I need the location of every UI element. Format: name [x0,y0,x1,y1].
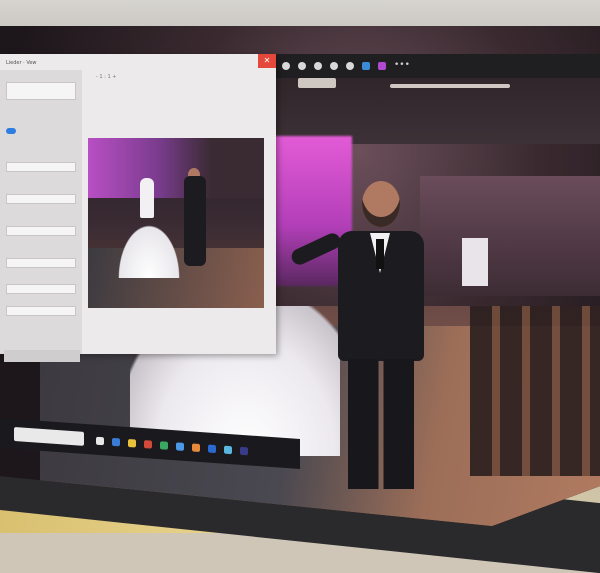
toolbar-icon[interactable] [282,62,290,70]
taskbar-app-icon[interactable] [96,436,104,446]
taskbar-app-icon[interactable] [144,440,152,449]
heart-icon[interactable] [298,62,306,70]
window [462,238,488,286]
taskbar-app-icon[interactable] [224,445,232,455]
preview-dress [114,218,184,278]
taskbar-search[interactable] [14,426,84,446]
groom-head [362,181,400,227]
preview-pink-lights [88,138,264,198]
more-icon[interactable]: ••• [394,60,410,70]
taskbar-app-icon[interactable] [176,442,184,451]
taskbar-app-icon[interactable] [192,443,200,452]
taskbar-app-icon[interactable] [128,438,136,448]
close-button[interactable]: ✕ [258,54,276,68]
height-field[interactable] [6,226,76,236]
preview-groom [184,176,206,266]
ceiling-light [298,78,336,88]
taskbar-app-icon[interactable] [160,441,168,450]
app-toolbar: ••• [276,54,600,78]
dialog-title: Lieder · Vew [6,60,37,66]
preview-zoom-controls[interactable]: - 1 : 1 + [96,74,266,86]
rotate-icon[interactable] [330,62,338,70]
back-wall [420,176,600,296]
groom-tie [376,239,384,269]
format-dropdown[interactable] [6,162,76,172]
taskbar-app-icon[interactable] [112,437,120,447]
location-field[interactable] [6,306,76,316]
delete-icon[interactable] [346,62,354,70]
chairs [470,306,600,476]
create-icon[interactable] [378,62,386,70]
quality-field[interactable] [6,258,76,268]
save-button[interactable] [4,350,80,362]
image-preview [88,138,264,308]
groom [289,181,430,501]
preview-bride [140,178,154,218]
groom-legs [348,359,414,489]
ceiling-light [390,84,510,88]
resize-dialog: Lieder · Vew ✕ - 1 : 1 + [0,54,276,362]
taskbar-app-icon[interactable] [240,446,248,456]
size-field[interactable] [6,284,76,294]
aspect-ratio-toggle[interactable] [6,128,16,134]
dialog-settings-panel [0,70,82,362]
taskbar-app-icon[interactable] [208,444,216,454]
preset-dropdown[interactable] [6,82,76,100]
emoji-icon[interactable] [314,62,322,70]
edit-icon[interactable] [362,62,370,70]
width-field[interactable] [6,194,76,204]
